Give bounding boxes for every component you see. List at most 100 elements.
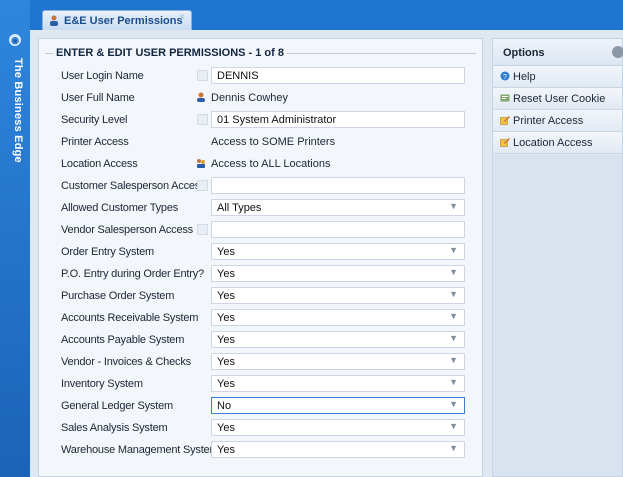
- row-label: User Login Name: [61, 70, 144, 82]
- field-marker: [197, 180, 208, 191]
- vendor-salesperson-access-input[interactable]: [211, 221, 465, 238]
- sales-analysis-system-select[interactable]: Yes ▼: [211, 419, 465, 436]
- options-empty-area: [493, 155, 622, 476]
- tab-user-permissions[interactable]: E&E User Permissions ×: [42, 10, 192, 30]
- row-general-ledger-system: General Ledger System No ▼: [61, 396, 476, 416]
- select-value: Yes: [217, 444, 235, 456]
- row-label: Printer Access: [61, 136, 129, 148]
- row-user-full-name: User Full Name Dennis Cowhey: [61, 88, 476, 108]
- row-vendor-invoices-checks: Vendor - Invoices & Checks Yes ▼: [61, 352, 476, 372]
- app-sidebar: ◉ The Business Edge: [0, 0, 30, 477]
- select-value: Yes: [217, 422, 235, 434]
- permissions-form: ENTER & EDIT USER PERMISSIONS - 1 of 8 U…: [38, 38, 483, 477]
- row-label: Security Level: [61, 114, 128, 126]
- row-label: Location Access: [61, 158, 138, 170]
- brand-label: The Business Edge: [12, 58, 24, 163]
- chevron-down-icon: ▼: [449, 267, 458, 277]
- security-level-input[interactable]: 01 System Administrator: [211, 111, 465, 128]
- edit-icon: [500, 138, 510, 147]
- row-label: Order Entry System: [61, 246, 154, 258]
- customer-salesperson-access-input[interactable]: [211, 177, 465, 194]
- row-label: Customer Salesperson Access: [61, 180, 206, 192]
- logo-icon[interactable]: ◉: [9, 34, 21, 46]
- row-user-login-name: User Login Name DENNIS: [61, 66, 476, 86]
- order-entry-system-select[interactable]: Yes ▼: [211, 243, 465, 260]
- chevron-down-icon: ▼: [449, 201, 458, 211]
- row-label: Warehouse Management System: [61, 444, 219, 456]
- general-ledger-system-select[interactable]: No ▼: [211, 397, 465, 414]
- option-label: Printer Access: [513, 115, 584, 127]
- option-location-access[interactable]: Location Access: [493, 132, 622, 154]
- select-value: Yes: [217, 312, 235, 324]
- edit-icon: [500, 116, 510, 125]
- row-label: Accounts Receivable System: [61, 312, 199, 324]
- user-icon: [50, 15, 58, 26]
- row-label: Accounts Payable System: [61, 334, 185, 346]
- purchase-order-system-select[interactable]: Yes ▼: [211, 287, 465, 304]
- option-reset-user-cookie[interactable]: Reset User Cookie: [493, 88, 622, 110]
- select-value: Yes: [217, 246, 235, 258]
- row-label: P.O. Entry during Order Entry?: [61, 268, 204, 280]
- accounts-payable-system-select[interactable]: Yes ▼: [211, 331, 465, 348]
- options-header: Options: [493, 39, 623, 66]
- po-entry-during-order-entry-select[interactable]: Yes ▼: [211, 265, 465, 282]
- option-label: Reset User Cookie: [513, 93, 606, 105]
- row-label: Vendor Salesperson Access: [61, 224, 193, 236]
- row-printer-access: Printer Access Access to SOME Printers: [61, 132, 476, 152]
- chevron-down-icon: ▼: [449, 289, 458, 299]
- warehouse-management-system-select[interactable]: Yes ▼: [211, 441, 465, 458]
- help-icon: ?: [500, 71, 510, 81]
- form-legend: ENTER & EDIT USER PERMISSIONS - 1 of 8: [53, 47, 287, 59]
- option-printer-access[interactable]: Printer Access: [493, 110, 622, 132]
- collapse-icon[interactable]: [612, 46, 623, 58]
- main-area: ENTER & EDIT USER PERMISSIONS - 1 of 8 U…: [30, 30, 623, 477]
- chevron-down-icon: ▼: [449, 245, 458, 255]
- row-sales-analysis-system: Sales Analysis System Yes ▼: [61, 418, 476, 438]
- options-panel: Options ? Help Reset User Cookie Printer…: [492, 38, 623, 477]
- row-allowed-customer-types: Allowed Customer Types All Types ▼: [61, 198, 476, 218]
- inventory-system-select[interactable]: Yes ▼: [211, 375, 465, 392]
- chevron-down-icon: ▼: [449, 421, 458, 431]
- row-security-level: Security Level 01 System Administrator: [61, 110, 476, 130]
- row-label: General Ledger System: [61, 400, 173, 412]
- row-po-entry-during-order-entry: P.O. Entry during Order Entry? Yes ▼: [61, 264, 476, 284]
- select-value: All Types: [217, 202, 262, 214]
- user-full-name-value: Dennis Cowhey: [211, 92, 289, 104]
- option-help[interactable]: ? Help: [493, 66, 622, 88]
- row-order-entry-system: Order Entry System Yes ▼: [61, 242, 476, 262]
- accounts-receivable-system-select[interactable]: Yes ▼: [211, 309, 465, 326]
- row-location-access: Location Access Access to ALL Locations: [61, 154, 476, 174]
- vendor-invoices-checks-select[interactable]: Yes ▼: [211, 353, 465, 370]
- select-value: No: [217, 400, 232, 412]
- row-warehouse-management-system: Warehouse Management System Yes ▼: [61, 440, 476, 460]
- option-label: Help: [513, 71, 536, 83]
- row-label: Vendor - Invoices & Checks: [61, 356, 191, 368]
- row-vendor-salesperson-access: Vendor Salesperson Access: [61, 220, 476, 240]
- row-label: Purchase Order System: [61, 290, 175, 302]
- tab-title: E&E User Permissions: [64, 15, 183, 27]
- user-icon: [197, 92, 205, 102]
- printer-access-value: Access to SOME Printers: [211, 136, 336, 148]
- option-label: Location Access: [513, 137, 593, 149]
- chevron-down-icon: ▼: [449, 443, 458, 453]
- field-marker: [197, 70, 208, 81]
- allowed-customer-types-select[interactable]: All Types ▼: [211, 199, 465, 216]
- chevron-down-icon: ▼: [449, 377, 458, 387]
- row-label: Sales Analysis System: [61, 422, 168, 434]
- row-accounts-payable-system: Accounts Payable System Yes ▼: [61, 330, 476, 350]
- row-accounts-receivable-system: Accounts Receivable System Yes ▼: [61, 308, 476, 328]
- select-value: Yes: [217, 378, 235, 390]
- row-label: User Full Name: [61, 92, 135, 104]
- select-value: Yes: [217, 268, 235, 280]
- row-customer-salesperson-access: Customer Salesperson Access: [61, 176, 476, 196]
- user-login-name-input[interactable]: DENNIS: [211, 67, 465, 84]
- reset-cookie-icon: [500, 94, 510, 102]
- location-icon: [197, 159, 205, 168]
- chevron-down-icon: ▼: [449, 311, 458, 321]
- tab-close-icon[interactable]: ×: [179, 12, 185, 23]
- select-value: Yes: [217, 334, 235, 346]
- row-label: Allowed Customer Types: [61, 202, 179, 214]
- chevron-down-icon: ▼: [449, 399, 458, 409]
- options-title: Options: [503, 47, 545, 59]
- row-label: Inventory System: [61, 378, 143, 390]
